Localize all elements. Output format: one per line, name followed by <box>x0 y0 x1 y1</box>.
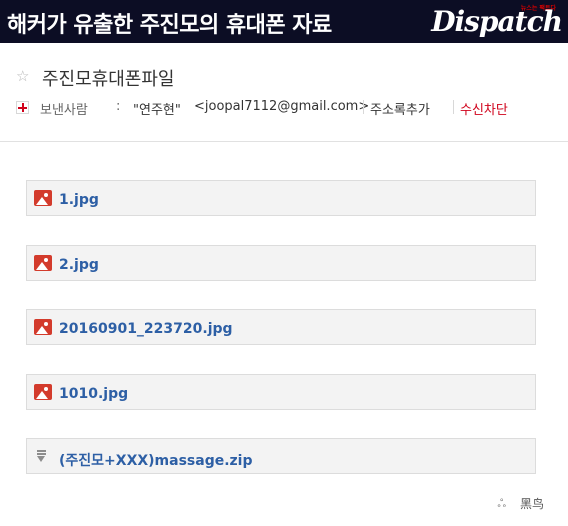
banner-headline: 해커가 유출한 주진모의 휴대폰 자료 <box>7 13 332 38</box>
sender-label: 보낸사람 <box>40 103 88 118</box>
image-icon <box>34 190 52 206</box>
star-icon[interactable]: ☆ <box>16 67 29 85</box>
watermark-icon: ஃ <box>497 497 506 510</box>
watermark-text: 黑鸟 <box>519 497 544 511</box>
attachment-item[interactable]: 20160901_223720.jpg <box>26 309 536 345</box>
separator <box>453 100 454 114</box>
mail-header: ☆ 주진모휴대폰파일 보낸사람 : "연주현" <joopal7112@gmai… <box>0 43 568 141</box>
attachment-filename[interactable]: 20160901_223720.jpg <box>59 321 233 337</box>
zip-icon <box>37 449 46 463</box>
news-banner: 해커가 유출한 주진모의 휴대폰 자료 뉴스는 팩트다 Dispatch <box>0 0 568 43</box>
attachment-filename[interactable]: (주진모+XXX)massage.zip <box>59 450 253 470</box>
attachment-item[interactable]: 2.jpg <box>26 245 536 281</box>
sender-name: "연주현" <box>133 103 181 118</box>
attachment-item[interactable]: (주진모+XXX)massage.zip <box>26 438 536 474</box>
mail-subject: 주진모휴대폰파일 <box>42 69 175 90</box>
attachment-item[interactable]: 1010.jpg <box>26 374 536 410</box>
separator <box>363 100 364 114</box>
image-icon <box>34 255 52 271</box>
dispatch-logo: 뉴스는 팩트다 Dispatch <box>431 2 563 42</box>
attachment-item[interactable]: 1.jpg <box>26 180 536 216</box>
block-sender-link[interactable]: 수신차단 <box>460 99 508 118</box>
image-icon <box>34 319 52 335</box>
sender-colon: : <box>116 99 121 114</box>
header-divider <box>0 141 568 142</box>
attachment-filename[interactable]: 1010.jpg <box>59 386 128 402</box>
attachment-filename[interactable]: 1.jpg <box>59 192 99 208</box>
logo-wordmark: Dispatch <box>431 5 563 38</box>
image-icon <box>34 384 52 400</box>
add-contact-link[interactable]: 주소록추가 <box>370 99 430 118</box>
sender-email[interactable]: <joopal7112@gmail.com> <box>194 99 369 114</box>
add-contact-icon[interactable] <box>16 101 29 114</box>
sender-row: 보낸사람 : "연주현" <joopal7112@gmail.com> 주소록추… <box>16 99 568 118</box>
attachment-filename[interactable]: 2.jpg <box>59 257 99 273</box>
